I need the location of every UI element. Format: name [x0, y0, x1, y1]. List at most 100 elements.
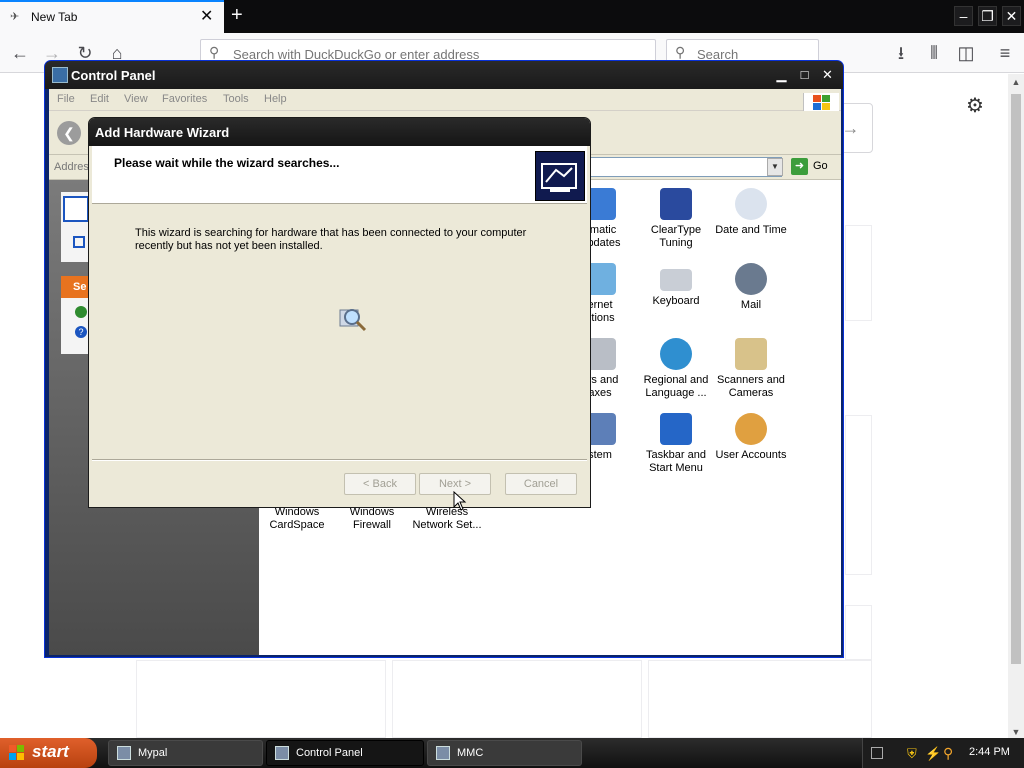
- go-label: Go: [813, 160, 828, 172]
- cp-item-label: ClearType Tuning: [650, 224, 702, 249]
- browser-restore-button[interactable]: ❐: [978, 6, 997, 26]
- menu-tools[interactable]: Tools: [223, 93, 249, 105]
- help-icon[interactable]: ?: [75, 326, 87, 338]
- wizard-message: This wizard is searching for hardware th…: [135, 227, 527, 252]
- control-panel-icon: [52, 67, 68, 83]
- network-icon[interactable]: ⚡: [925, 746, 941, 762]
- menu-bar: File Edit View Favorites Tools Help: [49, 89, 841, 114]
- system-tray: ⛨ ⚡ ⚲ 2:44 PM: [862, 738, 1024, 768]
- cp-item-date-and-time[interactable]: Date and Time: [712, 188, 790, 237]
- cp-item-scanners-and-cameras[interactable]: Scanners and Cameras: [712, 338, 790, 400]
- cp-item-label: Keyboard: [652, 295, 700, 307]
- window-title: Control Panel: [71, 68, 156, 83]
- search-icon[interactable]: ⚲: [943, 745, 953, 762]
- scanner-icon: [735, 338, 767, 370]
- gear-icon[interactable]: ⚙: [966, 93, 984, 118]
- cp-item-keyboard[interactable]: Keyboard: [637, 263, 715, 308]
- taskbar-button-label: MMC: [457, 747, 484, 759]
- taskbar-icon: [660, 413, 692, 445]
- taskbar-button-control-panel[interactable]: Control Panel: [266, 740, 424, 766]
- cp-item-label: User Accounts: [715, 449, 787, 461]
- cp-item-taskbar-and-start-menu[interactable]: Taskbar and Start Menu: [637, 413, 715, 475]
- hardware-icon: [535, 151, 585, 201]
- clock-icon: [735, 188, 767, 220]
- cp-item-label: Scanners and Cameras: [717, 374, 785, 399]
- tab-title: New Tab: [31, 10, 78, 24]
- sidebar-icon[interactable]: ◫: [955, 42, 977, 64]
- cp-item-label: Taskbar and Start Menu: [646, 449, 706, 474]
- add-hardware-wizard-dialog: Add Hardware Wizard Please wait while th…: [88, 117, 591, 508]
- cp-item-cleartype-tuning[interactable]: ClearType Tuning: [637, 188, 715, 250]
- highlight-card: [845, 225, 872, 321]
- control-panel-icon: [275, 746, 289, 760]
- menu-view[interactable]: View: [124, 93, 148, 105]
- start-button[interactable]: start: [0, 738, 97, 768]
- wizard-separator: [92, 459, 587, 461]
- browser-tab-strip: ✈ New Tab ✕ + – ❐ ✕: [0, 0, 1024, 33]
- magnifier-icon: [336, 302, 370, 336]
- scroll-up-icon[interactable]: ▲: [1008, 74, 1024, 90]
- globe-icon: [660, 338, 692, 370]
- keyboard-icon: [660, 269, 692, 291]
- cp-item-label: Wireless Network Set...: [412, 506, 482, 531]
- back-button[interactable]: < Back: [344, 473, 416, 495]
- cancel-button[interactable]: Cancel: [505, 473, 577, 495]
- start-label: start: [32, 742, 69, 761]
- clock[interactable]: 2:44 PM: [969, 746, 1010, 758]
- back-arrow-icon[interactable]: ←: [9, 42, 31, 64]
- menu-edit[interactable]: Edit: [90, 93, 109, 105]
- scrollbar-thumb[interactable]: [1011, 94, 1021, 664]
- tab-close-icon[interactable]: ✕: [200, 8, 213, 26]
- maximize-button[interactable]: □: [794, 66, 815, 85]
- downloads-icon[interactable]: ⭳: [890, 42, 912, 64]
- search-icon: ⚲: [209, 44, 220, 60]
- taskbar-button-mypal[interactable]: Mypal: [108, 740, 263, 766]
- menu-help[interactable]: Help: [264, 93, 287, 105]
- cp-item-regional-and-language[interactable]: Regional and Language ...: [637, 338, 715, 400]
- search-icon: ⚲: [675, 44, 686, 60]
- chevron-down-icon[interactable]: ▼: [767, 158, 783, 176]
- wizard-header-title: Please wait while the wizard searches...: [114, 156, 340, 170]
- taskbar-button-label: Control Panel: [296, 747, 363, 759]
- library-icon[interactable]: ⫴: [923, 42, 945, 64]
- mypal-icon: [117, 746, 131, 760]
- menu-icon[interactable]: ≡: [994, 42, 1016, 64]
- back-button[interactable]: ❮: [57, 121, 81, 145]
- highlight-card: [845, 415, 872, 575]
- browser-minimize-button[interactable]: –: [954, 6, 973, 26]
- shield-icon[interactable]: ⛨: [907, 746, 917, 762]
- wizard-header: Please wait while the wizard searches...: [92, 146, 587, 204]
- taskbar: start Mypal Control Panel MMC ⛨ ⚡ ⚲ 2:44…: [0, 738, 1024, 768]
- new-tab-icon[interactable]: +: [231, 4, 243, 26]
- address-label: Addres: [54, 161, 89, 173]
- cp-item-label: Regional and Language ...: [643, 374, 709, 399]
- page-scrollbar[interactable]: ▲ ▼: [1008, 74, 1024, 740]
- top-site-tile: [136, 660, 386, 738]
- top-site-tile: [648, 660, 872, 738]
- wizard-title: Add Hardware Wizard: [95, 125, 230, 140]
- menu-file[interactable]: File: [57, 93, 75, 105]
- taskbar-button-label: Mypal: [138, 747, 168, 759]
- cp-item-label: Windows Firewall: [349, 506, 395, 531]
- windows-update-icon[interactable]: [75, 306, 87, 318]
- mouse-pointer-icon: [453, 491, 467, 511]
- highlight-card: [845, 605, 872, 660]
- cp-item-label: Windows CardSpace: [269, 506, 325, 531]
- cp-item-user-accounts[interactable]: User Accounts: [712, 413, 790, 462]
- cp-item-label: Mail: [740, 299, 762, 311]
- minimize-button[interactable]: ▁: [771, 66, 792, 85]
- cp-item-mail[interactable]: Mail: [712, 263, 790, 312]
- close-button[interactable]: ✕: [817, 66, 838, 85]
- control-panel-titlebar[interactable]: Control Panel ▁ □ ✕: [45, 61, 843, 89]
- wizard-titlebar[interactable]: Add Hardware Wizard: [89, 118, 590, 146]
- cleartype-icon: [660, 188, 692, 220]
- taskbar-button-mmc[interactable]: MMC: [427, 740, 582, 766]
- go-button[interactable]: ➜ Go: [789, 157, 837, 177]
- browser-tab-new-tab[interactable]: ✈ New Tab ✕: [0, 0, 224, 33]
- cp-item-label: Date and Time: [715, 224, 787, 236]
- browser-close-button[interactable]: ✕: [1002, 6, 1021, 26]
- switch-view-icon[interactable]: [73, 236, 85, 248]
- wizard-body: This wizard is searching for hardware th…: [92, 205, 587, 459]
- menu-favorites[interactable]: Favorites: [162, 93, 207, 105]
- keyboard-tray-icon[interactable]: [871, 747, 883, 759]
